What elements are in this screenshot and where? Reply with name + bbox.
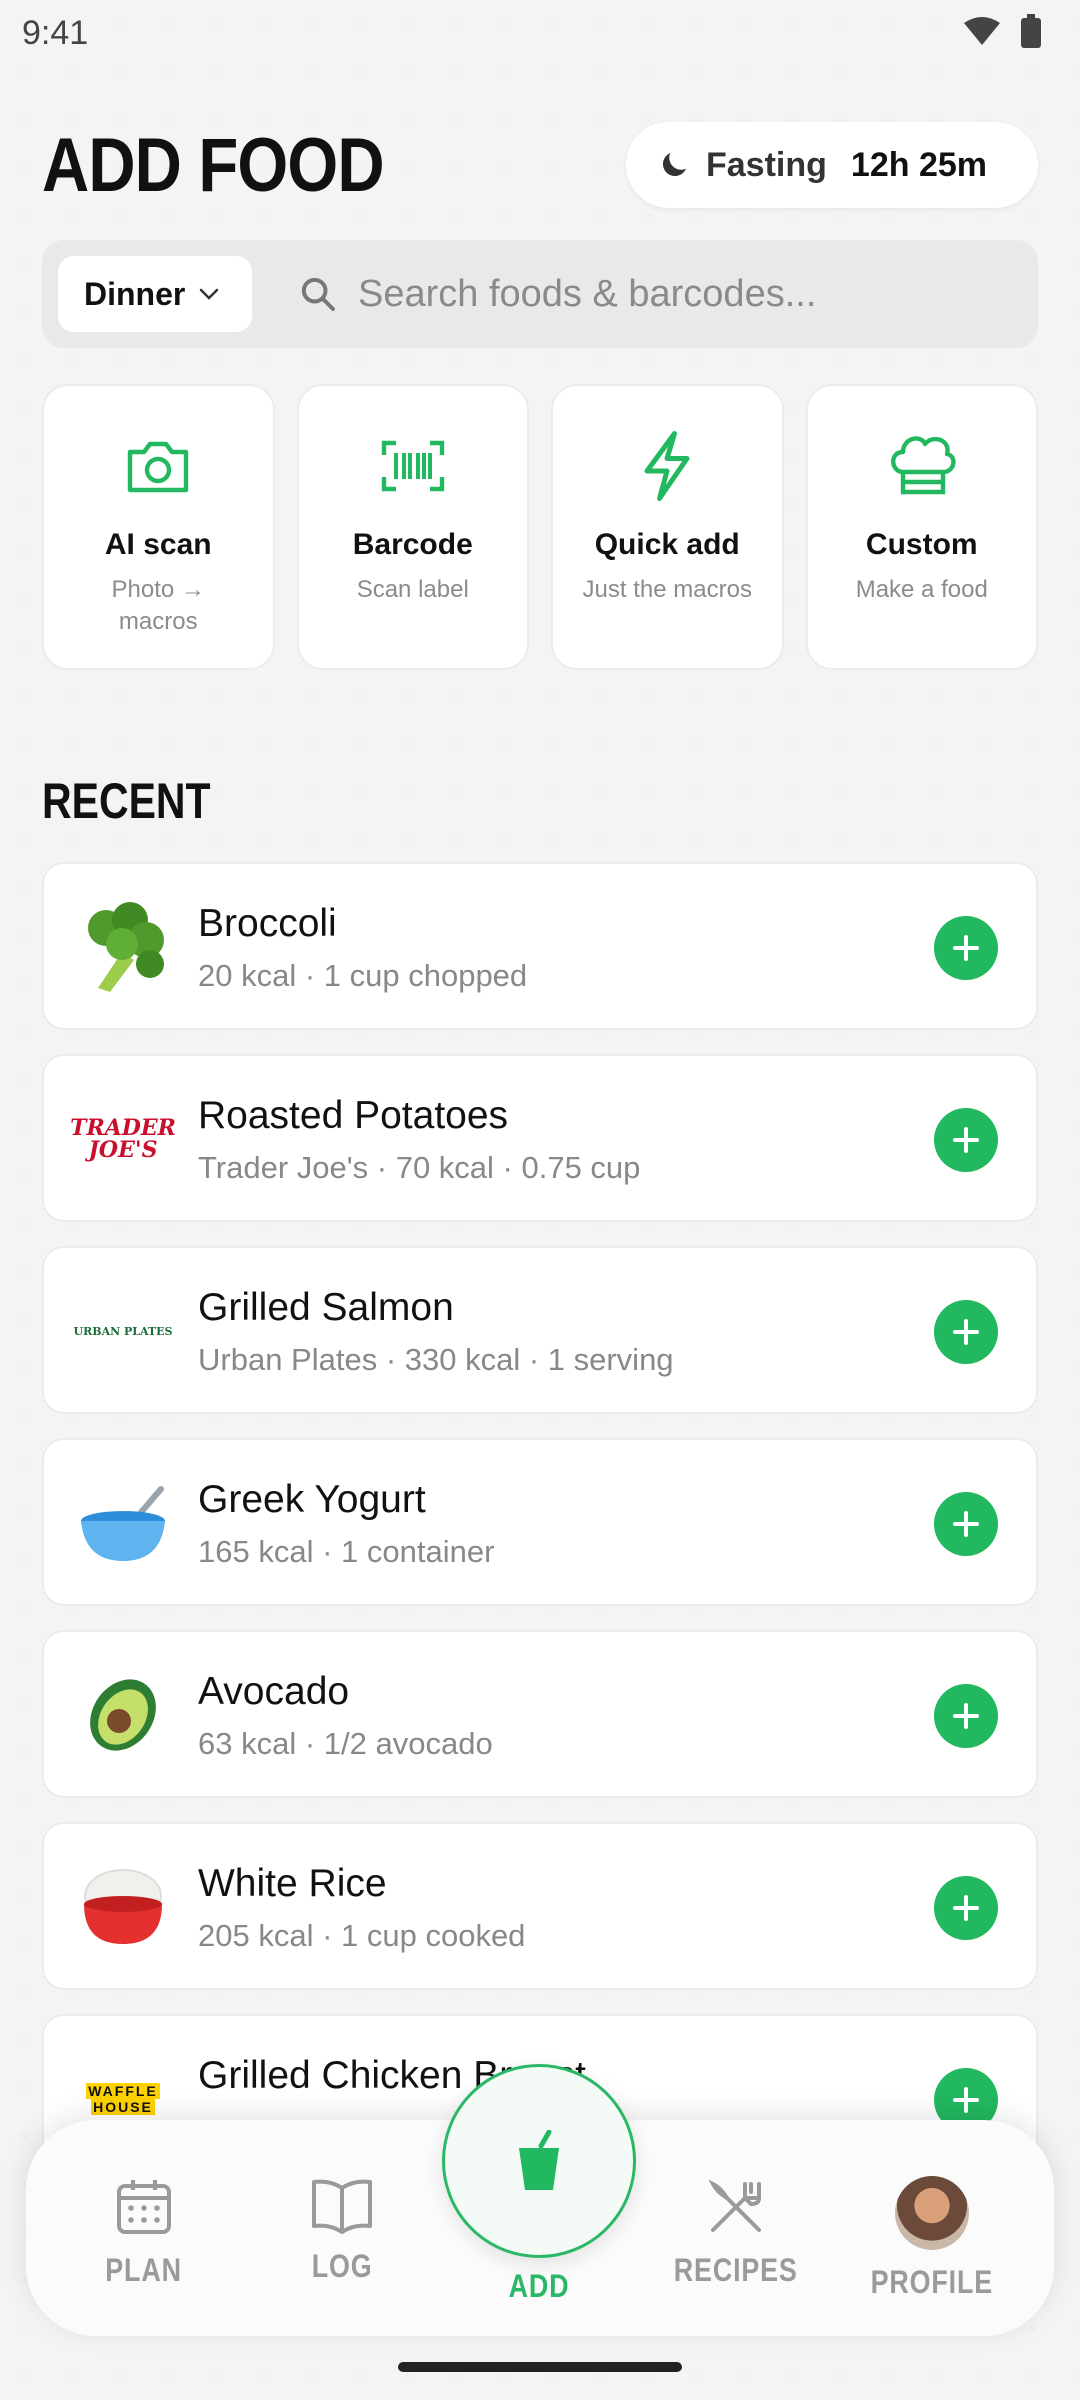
nav-item-log[interactable]: LOG — [262, 2176, 422, 2285]
search-input[interactable] — [358, 262, 998, 326]
search-icon — [301, 277, 335, 311]
food-name: Grilled Salmon — [198, 1286, 454, 1329]
nav-label-profile: PROFILE — [870, 2264, 994, 2300]
trader-joes-logo: TRADER JOE'S — [70, 1115, 176, 1163]
moon-icon — [662, 153, 686, 177]
ai-scan-subtitle: Photo → macros — [111, 576, 205, 635]
fork-knife-icon — [708, 2179, 761, 2232]
plus-icon — [953, 1127, 979, 1153]
plus-icon — [953, 935, 979, 961]
quick-actions: AI scan Photo → macros Barcode Scan labe… — [42, 384, 1038, 670]
home-indicator[interactable] — [398, 2362, 682, 2372]
add-food-button[interactable] — [934, 1684, 998, 1748]
bowl-icon — [76, 1476, 170, 1570]
plus-icon — [953, 1511, 979, 1537]
custom-food-button[interactable]: Custom Make a food — [805, 384, 1038, 670]
rice-bowl-icon — [76, 1860, 170, 1954]
status-bar: 9:41 — [0, 0, 1080, 64]
status-time: 9:41 — [22, 14, 89, 52]
nav-add-button[interactable] — [442, 2064, 636, 2258]
add-food-button[interactable] — [934, 1876, 998, 1940]
wifi-icon — [964, 17, 1000, 45]
plus-icon — [953, 1703, 979, 1729]
quick-add-button[interactable]: Quick add Just the macros — [551, 384, 784, 670]
nav-label-log: LOG — [311, 2248, 373, 2284]
fasting-timer-button[interactable]: Fasting 12h 25m — [626, 122, 1038, 208]
urban-plates-logo: URBAN PLATES — [73, 1324, 173, 1338]
nav-label-plan: PLAN — [105, 2252, 183, 2288]
nav-item-plan[interactable]: PLAN — [64, 2176, 224, 2289]
plus-icon — [953, 1319, 979, 1345]
barcode-button[interactable]: Barcode Scan label — [296, 384, 529, 670]
custom-subtitle: Make a food — [855, 576, 988, 603]
list-item[interactable]: Greek Yogurt 165 kcal · 1 container — [42, 1438, 1038, 1606]
add-food-button[interactable] — [934, 1108, 998, 1172]
recent-food-list: Broccoli 20 kcal · 1 cup chopped TRADER … — [42, 862, 1038, 2206]
chef-hat-icon — [890, 436, 956, 495]
fasting-time: 12h 25m — [850, 145, 987, 184]
food-meta: 63 kcal · 1/2 avocado — [198, 1726, 493, 1761]
food-name: Greek Yogurt — [198, 1478, 426, 1521]
food-meta: 165 kcal · 1 container — [198, 1534, 495, 1569]
meal-selector[interactable]: Dinner — [58, 256, 252, 332]
book-icon — [312, 2179, 372, 2234]
camera-icon — [128, 441, 189, 493]
nav-label-add: ADD — [508, 2268, 570, 2304]
recent-section-title: RECENT — [42, 773, 211, 829]
status-icons — [962, 14, 1042, 48]
add-food-button[interactable] — [934, 916, 998, 980]
nav-label-recipes: RECIPES — [674, 2252, 798, 2288]
cup-icon — [519, 2130, 559, 2190]
food-name: Broccoli — [198, 902, 337, 945]
fasting-label: Fasting — [706, 145, 827, 184]
list-item[interactable]: Broccoli 20 kcal · 1 cup chopped — [42, 862, 1038, 1030]
nav-item-recipes[interactable]: RECIPES — [656, 2176, 816, 2289]
battery-icon — [1021, 14, 1041, 48]
food-name: Avocado — [198, 1670, 350, 1713]
list-item[interactable]: White Rice 205 kcal · 1 cup cooked — [42, 1822, 1038, 1990]
add-food-button[interactable] — [934, 1300, 998, 1364]
food-meta: Trader Joe's · 70 kcal · 0.75 cup — [198, 1150, 641, 1185]
ai-scan-title: AI scan — [104, 528, 212, 561]
nav-item-profile[interactable]: PROFILE — [852, 2176, 1012, 2301]
list-item[interactable]: TRADER JOE'S Roasted Potatoes Trader Joe… — [42, 1054, 1038, 1222]
custom-title: Custom — [865, 528, 978, 561]
quick-add-title: Quick add — [594, 528, 740, 561]
list-item[interactable]: Avocado 63 kcal · 1/2 avocado — [42, 1630, 1038, 1798]
quick-add-subtitle: Just the macros — [582, 576, 752, 603]
avatar — [895, 2176, 969, 2250]
calendar-icon — [117, 2180, 171, 2234]
chevron-down-icon — [200, 288, 219, 300]
list-item[interactable]: URBAN PLATES Grilled Salmon Urban Plates… — [42, 1246, 1038, 1414]
food-meta: Urban Plates · 330 kcal · 1 serving — [198, 1342, 674, 1377]
lightning-icon — [644, 431, 690, 501]
meal-selector-label: Dinner — [84, 275, 186, 312]
add-food-button[interactable] — [934, 1492, 998, 1556]
avocado-icon — [76, 1668, 170, 1762]
broccoli-icon — [76, 900, 170, 994]
food-meta: 205 kcal · 1 cup cooked — [198, 1918, 526, 1953]
page-title: ADD FOOD — [42, 123, 385, 208]
food-name: White Rice — [198, 1862, 387, 1905]
ai-scan-button[interactable]: AI scan Photo → macros — [42, 384, 275, 670]
barcode-title: Barcode — [352, 528, 473, 561]
food-name: Roasted Potatoes — [198, 1094, 509, 1137]
search-bar: Dinner — [42, 240, 1038, 348]
food-meta: 20 kcal · 1 cup chopped — [198, 958, 528, 993]
barcode-subtitle: Scan label — [356, 576, 469, 603]
plus-icon — [953, 2087, 979, 2113]
plus-icon — [953, 1895, 979, 1921]
barcode-icon — [381, 440, 444, 492]
